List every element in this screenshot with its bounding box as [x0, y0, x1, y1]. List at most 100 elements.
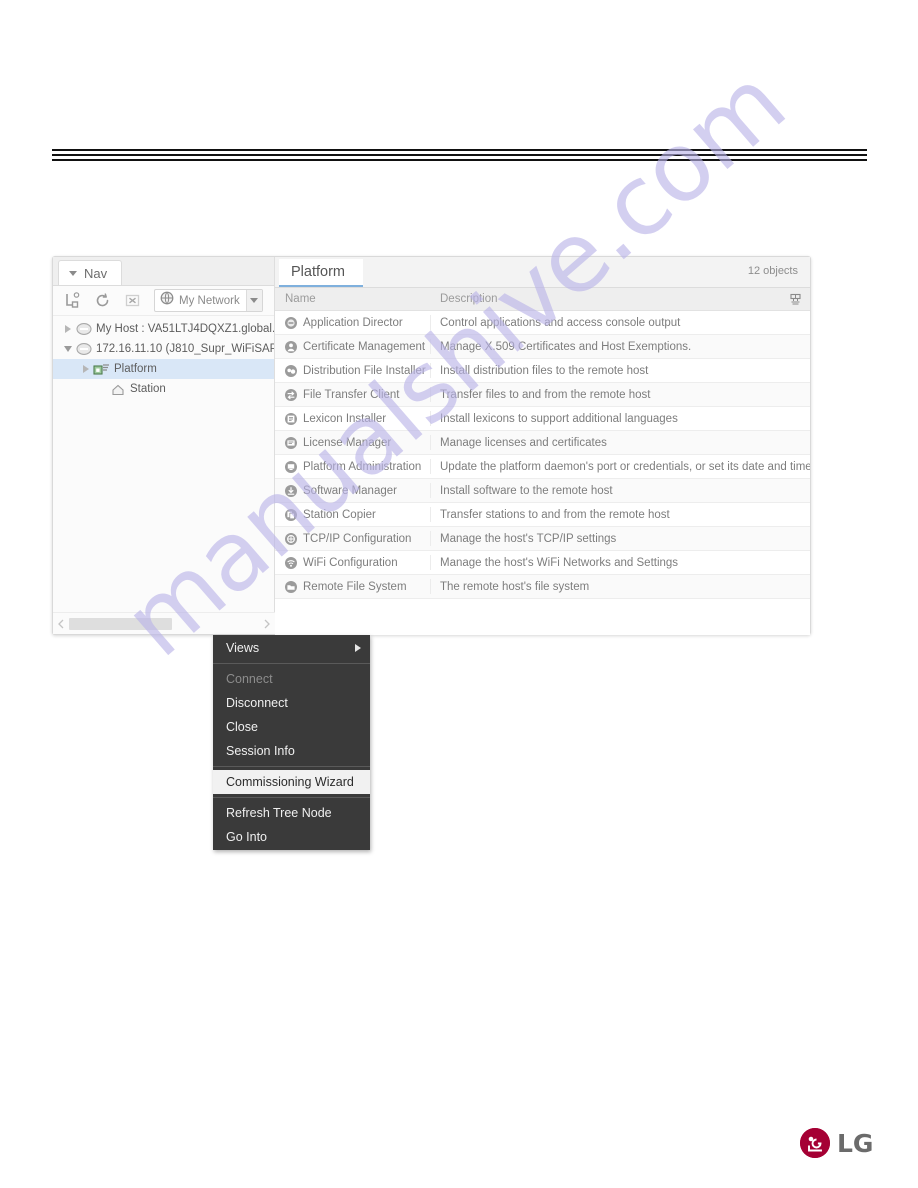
license-icon — [283, 435, 298, 450]
certificate-icon — [283, 339, 298, 354]
menu-item-session-info[interactable]: Session Info — [213, 739, 370, 763]
cell-name-text: License Manager — [303, 436, 392, 449]
cell-name: Distribution File Installer — [275, 363, 431, 378]
collapse-triangle-icon[interactable] — [61, 342, 75, 356]
refresh-icon[interactable] — [92, 291, 112, 311]
tab-nav[interactable]: Nav — [58, 260, 123, 285]
cell-description: Manage X.509 Certificates and Host Exemp… — [440, 340, 692, 353]
network-select-body[interactable]: My Network — [155, 290, 246, 311]
table-row[interactable]: Platform Administration Update the platfo… — [275, 455, 810, 479]
cell-name: Platform Administration — [275, 459, 431, 474]
table-row[interactable]: WiFi Configuration Manage the host's WiFi… — [275, 551, 810, 575]
menu-item-commissioning-wizard[interactable]: Commissioning Wizard — [213, 770, 370, 794]
tree-item-label: Platform — [114, 363, 157, 375]
scroll-right-arrow[interactable] — [259, 613, 275, 635]
scrollbar-track[interactable] — [69, 617, 259, 630]
cell-name-text: WiFi Configuration — [303, 556, 398, 569]
tree-item[interactable]: 172.16.11.10 (J810_Supr_WiFiSAP) — [53, 339, 274, 359]
cell-description: The remote host's file system — [440, 580, 590, 593]
menu-item-close[interactable]: Close — [213, 715, 370, 739]
expand-triangle-icon[interactable] — [61, 322, 75, 336]
cell-description: Update the platform daemon's port or cre… — [440, 460, 810, 473]
table-row[interactable]: Station Copier Transfer stations to and f… — [275, 503, 810, 527]
cell-name: Application Director — [275, 315, 431, 330]
menu-item-refresh-tree-node[interactable]: Refresh Tree Node — [213, 801, 370, 825]
tree-item[interactable]: Platform — [53, 359, 274, 379]
application-window: Nav My Network My Host: VA51LTJ4DQXZ1.g… — [52, 256, 811, 850]
tree-item-label: My Host : VA51LTJ4DQXZ1.global.d — [96, 323, 274, 335]
page-header-rule — [52, 149, 867, 161]
tree-item[interactable]: My Host : VA51LTJ4DQXZ1.global.d — [53, 319, 274, 339]
network-select-arrow[interactable] — [245, 290, 262, 311]
object-count-label: 12 objects — [747, 265, 798, 277]
cell-name: Station Copier — [275, 507, 431, 522]
tab-platform-label: Platform — [291, 264, 345, 280]
table-row[interactable]: Software Manager Install software to the … — [275, 479, 810, 503]
cell-name: Lexicon Installer — [275, 411, 431, 426]
cell-description: Manage licenses and certificates — [440, 436, 607, 449]
menu-item-disconnect[interactable]: Disconnect — [213, 691, 370, 715]
cell-name: File Transfer Client — [275, 387, 431, 402]
menu-item-label: Commissioning Wizard — [226, 775, 354, 789]
chevron-down-icon — [250, 298, 259, 303]
table-row[interactable]: License Manager Manage licenses and certi… — [275, 431, 810, 455]
scrollbar-thumb[interactable] — [69, 617, 172, 630]
table-settings-icon[interactable] — [787, 291, 804, 308]
cell-name: Certificate Management — [275, 339, 431, 354]
menu-item-connect: Connect — [213, 667, 370, 691]
table-row[interactable]: Lexicon Installer Install lexicons to sup… — [275, 407, 810, 431]
cell-description: Control applications and access console … — [440, 316, 681, 329]
table-row[interactable]: Certificate Management Manage X.509 Certi… — [275, 335, 810, 359]
cell-name: Software Manager — [275, 483, 431, 498]
menu-separator — [213, 797, 370, 798]
lg-logo-mark-icon — [800, 1128, 830, 1158]
cell-name-text: Distribution File Installer — [303, 364, 426, 377]
network-select[interactable]: My Network — [154, 289, 263, 312]
tree-item-label: Station — [130, 383, 166, 395]
software-icon — [283, 483, 298, 498]
column-header-name[interactable]: Name — [275, 293, 431, 305]
cell-name: WiFi Configuration — [275, 555, 431, 570]
cell-name-text: File Transfer Client — [303, 388, 400, 401]
table-row[interactable]: Distribution File Installer Install distr… — [275, 359, 810, 383]
menu-item-go-into[interactable]: Go Into — [213, 825, 370, 849]
cell-description: Transfer stations to and from the remote… — [440, 508, 670, 521]
platform-admin-icon — [283, 459, 298, 474]
menu-item-views[interactable]: Views — [213, 636, 370, 660]
column-header-description[interactable]: Description — [431, 293, 810, 305]
submenu-arrow-icon — [355, 644, 361, 652]
cell-description: Transfer files to and from the remote ho… — [440, 388, 651, 401]
table-row[interactable]: File Transfer Client Transfer files to an… — [275, 383, 810, 407]
scroll-left-arrow[interactable] — [53, 613, 69, 635]
chevron-down-icon — [69, 270, 77, 276]
menu-separator — [213, 766, 370, 767]
table-row[interactable]: Application Director Control applications… — [275, 311, 810, 335]
header-rule-line-1 — [52, 149, 867, 151]
cell-name-text: TCP/IP Configuration — [303, 532, 412, 545]
twisty-placeholder — [95, 382, 109, 396]
file-transfer-icon — [283, 387, 298, 402]
nav-horizontal-scrollbar[interactable] — [53, 612, 275, 634]
cell-name: TCP/IP Configuration — [275, 531, 431, 546]
lg-logo: LG — [800, 1128, 873, 1158]
table-row[interactable]: TCP/IP Configuration Manage the host's TC… — [275, 527, 810, 551]
tab-platform[interactable]: Platform — [279, 259, 363, 287]
nav-tree: My Host : VA51LTJ4DQXZ1.global.d 172.16.1… — [53, 316, 274, 601]
cell-description: Install lexicons to support additional l… — [440, 412, 678, 425]
cell-name-text: Station Copier — [303, 508, 376, 521]
station-icon — [75, 342, 92, 357]
platform-icon — [93, 362, 110, 377]
close-icon[interactable] — [122, 291, 142, 311]
lg-logo-wordmark: LG — [837, 1128, 874, 1158]
nav-panel: Nav My Network My Host: VA51LTJ4DQXZ1.g… — [53, 257, 275, 634]
menu-item-label: Close — [226, 720, 258, 734]
table-row[interactable]: Remote File System The remote host's file… — [275, 575, 810, 599]
menu-item-label: Disconnect — [226, 696, 288, 710]
station-icon — [75, 322, 92, 337]
expand-triangle-icon[interactable] — [79, 362, 93, 376]
cell-name-text: Lexicon Installer — [303, 412, 387, 425]
new-tree-view-icon[interactable] — [62, 291, 82, 311]
tree-item[interactable]: Station — [53, 379, 274, 399]
station-copier-icon — [283, 507, 298, 522]
header-rule-line-3 — [52, 159, 867, 161]
